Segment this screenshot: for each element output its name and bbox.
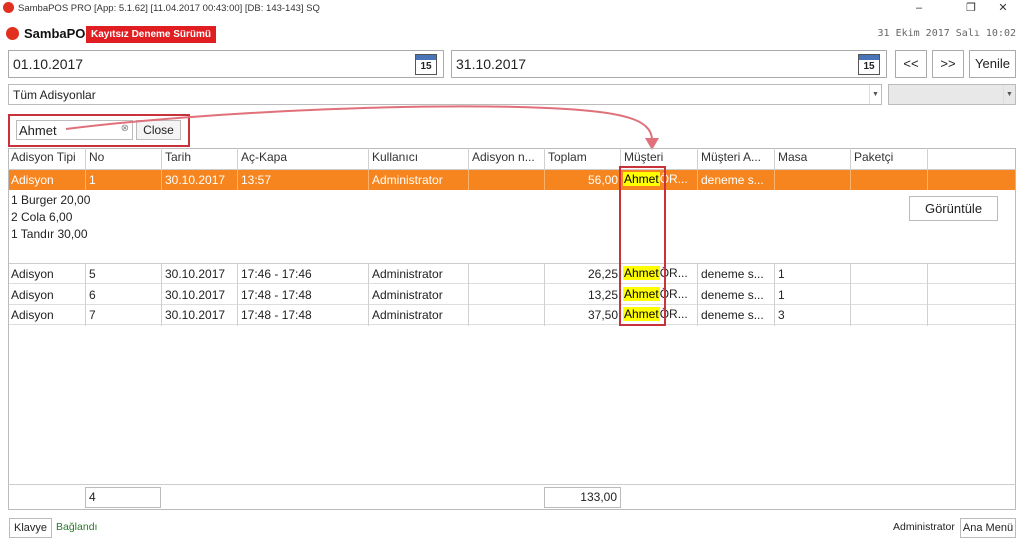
column-divider (368, 148, 369, 170)
keyboard-button[interactable]: Klavye (9, 518, 52, 538)
cell-user: Administrator (372, 308, 443, 322)
cell-type: Adisyon (11, 173, 54, 187)
column-divider (697, 148, 698, 170)
column-header[interactable]: Kullanıcı (372, 150, 418, 164)
column-divider (468, 170, 469, 190)
cell-user: Administrator (372, 288, 443, 302)
table-row[interactable] (9, 305, 1015, 325)
table-row[interactable] (9, 264, 1015, 284)
cell-user: Administrator (372, 267, 443, 281)
column-divider (85, 170, 86, 190)
column-divider (927, 264, 928, 326)
cell-table: 1 (778, 288, 785, 302)
cell-customer-a: deneme s... (701, 308, 764, 322)
cell-total: 13,25 (587, 288, 618, 302)
column-divider (850, 170, 851, 190)
cell-time: 17:46 - 17:46 (241, 267, 312, 281)
column-divider (468, 148, 469, 170)
column-divider (85, 148, 86, 170)
cell-no: 5 (89, 267, 96, 281)
column-divider (544, 148, 545, 170)
view-button[interactable]: Görüntüle (909, 196, 998, 221)
column-divider (774, 170, 775, 190)
cell-customer-a: deneme s... (701, 267, 764, 281)
cell-time: 13:57 (241, 173, 272, 187)
column-header[interactable]: Müşteri A... (701, 150, 761, 164)
column-divider (85, 264, 86, 326)
customer-highlight-frame (619, 166, 666, 326)
current-user: Administrator (893, 521, 955, 533)
main-menu-button[interactable]: Ana Menü (960, 518, 1016, 538)
column-divider (237, 170, 238, 190)
detail-line: 2 Cola 6,00 (11, 210, 73, 224)
column-divider (774, 148, 775, 170)
cell-date: 30.10.2017 (165, 267, 226, 281)
column-divider (850, 148, 851, 170)
footer-count: 4 (85, 487, 161, 508)
cell-no: 7 (89, 308, 96, 322)
column-header[interactable]: No (89, 150, 104, 164)
column-divider (850, 264, 851, 326)
table-row[interactable] (9, 285, 1015, 305)
detail-line: 1 Burger 20,00 (11, 193, 91, 207)
cell-table: 3 (778, 308, 785, 322)
connection-status: Bağlandı (56, 521, 98, 533)
column-divider (161, 148, 162, 170)
footer-total: 133,00 (544, 487, 621, 508)
cell-time: 17:48 - 17:48 (241, 288, 312, 302)
column-divider (774, 264, 775, 326)
column-divider (697, 170, 698, 190)
column-header[interactable]: Masa (778, 150, 807, 164)
column-header[interactable]: Toplam (548, 150, 587, 164)
table-row-selected[interactable] (9, 170, 1015, 190)
ticket-details: 1 Burger 20,00 2 Cola 6,00 1 Tandır 30,0… (11, 192, 90, 243)
column-divider (237, 148, 238, 170)
column-divider (927, 148, 928, 170)
ticket-grid (8, 148, 1016, 510)
column-divider (697, 264, 698, 326)
column-header[interactable]: Adisyon n... (472, 150, 535, 164)
column-divider (544, 264, 545, 326)
cell-customer-a: deneme s... (701, 288, 764, 302)
cell-type: Adisyon (11, 267, 54, 281)
column-header[interactable]: Müşteri (624, 150, 663, 164)
column-divider (544, 170, 545, 190)
footer-divider (8, 484, 1016, 485)
cell-table: 1 (778, 267, 785, 281)
column-header[interactable]: Paketçi (854, 150, 893, 164)
column-divider (161, 170, 162, 190)
column-divider (468, 264, 469, 326)
cell-type: Adisyon (11, 288, 54, 302)
column-divider (237, 264, 238, 326)
cell-total: 37,50 (587, 308, 618, 322)
column-divider (368, 264, 369, 326)
column-divider (161, 264, 162, 326)
cell-user: Administrator (372, 173, 443, 187)
cell-date: 30.10.2017 (165, 308, 226, 322)
cell-total: 26,25 (587, 267, 618, 281)
column-divider (368, 170, 369, 190)
cell-customer-a: deneme s... (701, 173, 764, 187)
column-header[interactable]: Tarih (165, 150, 191, 164)
column-divider (927, 170, 928, 190)
column-header[interactable]: Adisyon Tipi (11, 150, 76, 164)
cell-type: Adisyon (11, 308, 54, 322)
cell-no: 6 (89, 288, 96, 302)
cell-time: 17:48 - 17:48 (241, 308, 312, 322)
cell-no: 1 (89, 173, 96, 187)
cell-date: 30.10.2017 (165, 173, 226, 187)
cell-total: 56,00 (587, 173, 618, 187)
cell-date: 30.10.2017 (165, 288, 226, 302)
detail-line: 1 Tandır 30,00 (11, 227, 88, 241)
column-header[interactable]: Aç-Kapa (241, 150, 287, 164)
